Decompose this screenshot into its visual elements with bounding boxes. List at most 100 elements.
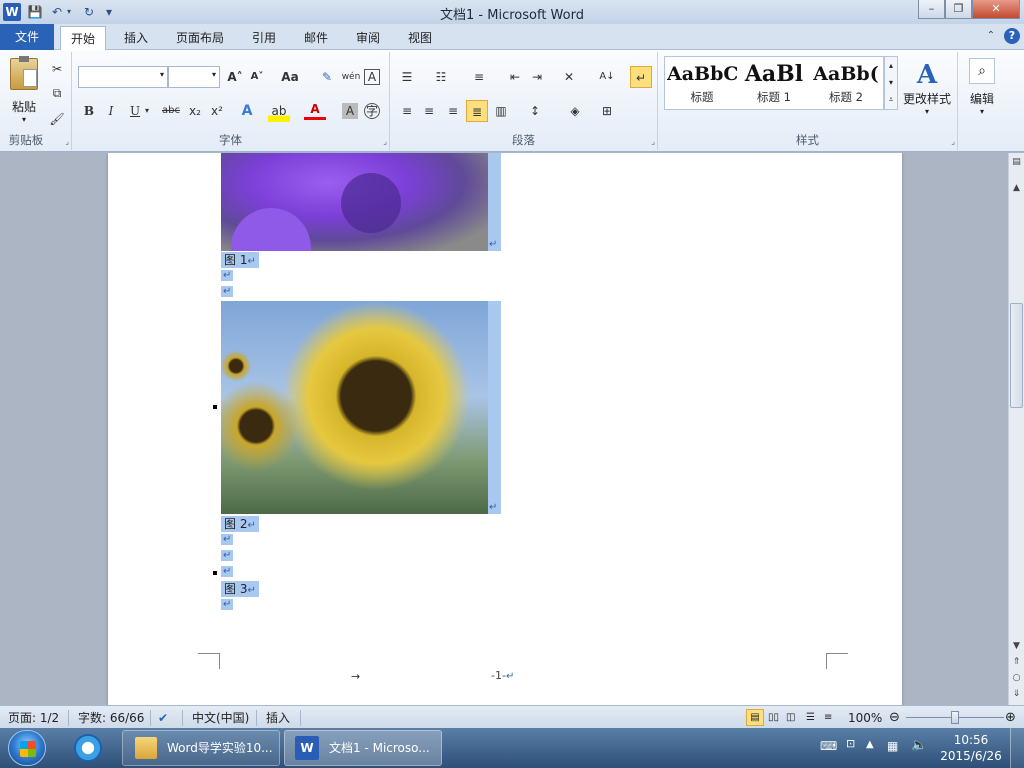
show-formatting-marks-icon[interactable]: ↵ — [630, 66, 652, 88]
character-shading-icon[interactable]: A — [342, 103, 358, 119]
proofing-icon[interactable]: ✔ — [158, 710, 168, 726]
dialog-launcher-icon[interactable]: ⌟ — [951, 137, 955, 146]
styles-scroll[interactable]: ▴ ▾ ⩡ — [884, 56, 898, 110]
font-size-combobox[interactable]: ▾ — [168, 66, 220, 88]
tab-mailings[interactable]: 邮件 — [294, 26, 338, 50]
dialog-launcher-icon[interactable]: ⌟ — [65, 137, 69, 146]
shrink-font-button[interactable]: A˅ — [246, 66, 268, 88]
editing-button[interactable]: ⌕ 编辑 ▾ — [964, 58, 1000, 128]
grow-font-button[interactable]: A˄ — [224, 66, 246, 88]
line-spacing-icon[interactable]: ↕ — [524, 100, 546, 122]
ruler-toggle-icon[interactable]: ▤ — [1009, 155, 1024, 169]
print-layout-icon[interactable]: ▤ — [746, 709, 764, 726]
close-button[interactable]: ✕ — [972, 0, 1020, 19]
align-right-icon[interactable]: ≡ — [442, 100, 464, 122]
scroll-up-icon[interactable]: ▲ — [1009, 181, 1024, 195]
start-button[interactable] — [8, 730, 46, 766]
format-painter-icon[interactable]: 🖌 — [46, 108, 68, 130]
justify-icon[interactable]: ≣ — [466, 100, 488, 122]
bullets-icon[interactable]: ☰ — [396, 66, 418, 88]
scroll-thumb[interactable] — [1010, 303, 1023, 408]
show-hidden-icons[interactable]: ▲ — [866, 739, 874, 750]
numbering-icon[interactable]: ☷ — [430, 66, 452, 88]
bold-button[interactable]: B — [78, 100, 100, 122]
figure-caption[interactable]: 图 3↵ — [221, 581, 259, 597]
tab-home[interactable]: 开始 — [60, 26, 107, 50]
clear-formatting-icon[interactable]: ✎ — [316, 66, 338, 88]
underline-dropdown-icon[interactable]: ▾ — [142, 100, 152, 122]
enclose-characters-icon[interactable]: 字 — [364, 103, 380, 119]
next-page-icon[interactable]: ⇓ — [1009, 687, 1024, 701]
volume-icon[interactable]: 🔈 — [911, 738, 927, 753]
zoom-in-icon[interactable]: ⊕ — [1005, 710, 1016, 726]
network-icon[interactable]: ▦ — [887, 739, 898, 753]
style-title[interactable]: AaBbC 标题 — [667, 57, 737, 109]
tab-page-layout[interactable]: 页面布局 — [166, 26, 234, 50]
clock[interactable]: 10:56 2015/6/26 — [940, 732, 1002, 764]
figure-caption[interactable]: 图 2↵ — [221, 516, 259, 532]
chinese-layout-icon[interactable]: ✕ — [558, 66, 580, 88]
font-name-combobox[interactable]: ▾ — [78, 66, 168, 88]
word-count[interactable]: 字数: 66/66 — [78, 710, 144, 726]
tab-file[interactable]: 文件 — [0, 24, 54, 50]
text-effects-icon[interactable]: A — [236, 100, 258, 122]
subscript-button[interactable]: x₂ — [184, 100, 206, 122]
select-browse-object-icon[interactable]: ○ — [1009, 671, 1024, 685]
tab-insert[interactable]: 插入 — [114, 26, 158, 50]
taskbar-item-explorer[interactable]: Word导学实验10... — [122, 730, 280, 766]
orchid-image[interactable] — [221, 153, 488, 251]
outline-icon[interactable]: ☰ — [806, 710, 815, 726]
align-center-icon[interactable]: ≡ — [418, 100, 440, 122]
language[interactable]: 中文(中国) — [192, 710, 249, 726]
scroll-down-icon[interactable]: ▼ — [1009, 639, 1024, 653]
sort-icon[interactable]: A↓ — [596, 66, 618, 88]
style-heading2[interactable]: AaBb( 标题 2 — [811, 57, 881, 109]
italic-button[interactable]: I — [100, 100, 122, 122]
tab-view[interactable]: 视图 — [398, 26, 442, 50]
zoom-slider-thumb[interactable] — [951, 711, 959, 724]
font-color-button[interactable]: A — [304, 100, 326, 120]
change-styles-button[interactable]: A 更改样式 ▾ — [902, 60, 952, 132]
vertical-scrollbar[interactable]: ▤ ▲ ▼ ⇑ ○ ⇓ — [1008, 153, 1024, 705]
show-desktop-button[interactable] — [1010, 728, 1024, 768]
change-case-button[interactable]: Aa — [276, 66, 304, 88]
tab-references[interactable]: 引用 — [242, 26, 286, 50]
page-count[interactable]: 页面: 1/2 — [8, 710, 59, 726]
insert-mode[interactable]: 插入 — [266, 710, 290, 726]
previous-page-icon[interactable]: ⇑ — [1009, 655, 1024, 669]
align-left-icon[interactable]: ≡ — [396, 100, 418, 122]
dialog-launcher-icon[interactable]: ⌟ — [651, 137, 655, 146]
character-border-icon[interactable]: A — [364, 69, 380, 85]
footer-page-number[interactable]: -1-↵ — [491, 669, 514, 682]
browser-icon[interactable] — [72, 732, 106, 764]
minimize-ribbon-icon[interactable]: ⌃ — [984, 30, 998, 44]
minimize-button[interactable]: – — [918, 0, 945, 19]
zoom-level[interactable]: 100% — [848, 710, 882, 726]
superscript-button[interactable]: x² — [206, 100, 228, 122]
help-icon[interactable]: ? — [1004, 28, 1020, 44]
shading-icon[interactable]: ◈ — [564, 100, 586, 122]
multilevel-list-icon[interactable]: ≡ — [468, 66, 490, 88]
decrease-indent-icon[interactable]: ⇤ — [504, 66, 526, 88]
ime-icon[interactable]: ⊡ — [846, 737, 855, 750]
web-layout-icon[interactable]: ◫ — [786, 710, 795, 726]
strikethrough-button[interactable]: abc — [158, 100, 184, 122]
sunflower-image[interactable] — [221, 301, 488, 514]
style-heading1[interactable]: AaBl 标题 1 — [739, 57, 809, 109]
paste-button[interactable]: 粘贴 ▾ — [8, 56, 40, 128]
figure-caption[interactable]: 图 1↵ — [221, 252, 259, 268]
copy-icon[interactable]: ⧉ — [46, 82, 68, 104]
distributed-icon[interactable]: ▥ — [490, 100, 512, 122]
dialog-launcher-icon[interactable]: ⌟ — [383, 137, 387, 146]
phonetic-guide-icon[interactable]: wén — [340, 66, 362, 88]
full-screen-reading-icon[interactable]: ▯▯ — [768, 710, 779, 726]
increase-indent-icon[interactable]: ⇥ — [526, 66, 548, 88]
zoom-out-icon[interactable]: ⊖ — [889, 710, 900, 726]
tab-review[interactable]: 审阅 — [346, 26, 390, 50]
draft-icon[interactable]: ≡ — [824, 710, 832, 726]
highlight-icon[interactable]: ab — [268, 100, 290, 122]
taskbar-item-word[interactable]: W 文档1 - Microso... — [284, 730, 442, 766]
zoom-slider-track[interactable] — [906, 711, 1004, 724]
keyboard-icon[interactable]: ⌨ — [820, 739, 837, 753]
cut-icon[interactable]: ✂ — [46, 58, 68, 80]
